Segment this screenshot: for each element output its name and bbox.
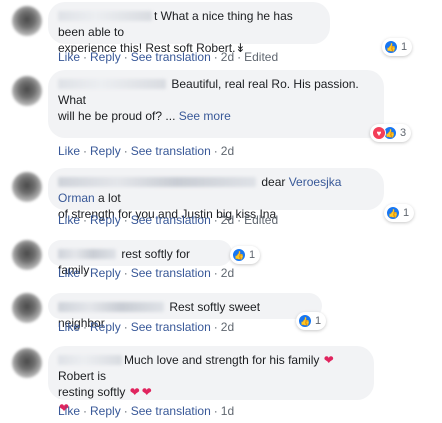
- comment-text: dear: [261, 175, 286, 189]
- reaction-count: 1: [403, 207, 410, 219]
- reply-button[interactable]: Reply: [90, 320, 121, 334]
- reaction-count: 1: [315, 315, 322, 327]
- comment-actions: Like · Reply · See translation · 2d: [58, 144, 235, 158]
- reply-button[interactable]: Reply: [90, 213, 121, 227]
- timestamp[interactable]: 2d: [221, 320, 234, 334]
- comment-actions: Like · Reply · See translation · 2d · Edited: [58, 50, 279, 64]
- reaction-count: 1: [401, 41, 408, 53]
- like-reaction-icon: 👍: [232, 248, 246, 262]
- timestamp[interactable]: 2d: [221, 266, 234, 280]
- avatar[interactable]: [12, 293, 42, 323]
- see-translation-link[interactable]: See translation: [131, 50, 211, 64]
- edited-label[interactable]: Edited: [244, 50, 278, 64]
- like-button[interactable]: Like: [58, 320, 80, 334]
- timestamp[interactable]: 2d: [221, 144, 234, 158]
- comment-bubble: Rest softly sweet neighbor: [48, 293, 322, 330]
- blurred-author-name[interactable]: [58, 355, 122, 365]
- comment-bubble: Beautiful, real real Ro. His passion. Wh…: [48, 70, 384, 138]
- blurred-author-name[interactable]: [58, 177, 256, 187]
- blurred-author-name[interactable]: [58, 302, 164, 312]
- see-translation-link[interactable]: See translation: [131, 144, 211, 158]
- see-translation-link[interactable]: See translation: [131, 213, 211, 227]
- avatar[interactable]: [12, 6, 42, 36]
- comment-text: Robert is: [58, 369, 107, 383]
- reaction-summary[interactable]: 👍 1: [382, 38, 413, 56]
- blurred-author-name[interactable]: [58, 79, 166, 89]
- comment-actions: Like · Reply · See translation · 2d: [58, 266, 235, 280]
- comment-text: Much love and strength for his family: [124, 353, 320, 367]
- see-translation-link[interactable]: See translation: [131, 320, 211, 334]
- see-more-link[interactable]: See more: [179, 109, 231, 123]
- see-translation-link[interactable]: See translation: [131, 404, 211, 418]
- comment-bubble: dear Veroesjka Orman a lot of strength f…: [48, 168, 384, 221]
- comment-text: will he be proud of? ...: [58, 109, 176, 123]
- avatar[interactable]: [12, 348, 42, 378]
- comment-bubble: Much love and strength for his family ❤ …: [48, 346, 374, 414]
- reaction-count: 3: [400, 127, 407, 139]
- reaction-count: 1: [249, 249, 256, 261]
- reaction-summary[interactable]: 👍 1: [384, 204, 415, 222]
- timestamp[interactable]: 2d: [221, 213, 234, 227]
- blurred-author-name[interactable]: [58, 249, 116, 259]
- timestamp[interactable]: 1d: [221, 404, 234, 418]
- comment-text: resting softly: [58, 385, 126, 399]
- like-reaction-icon: 👍: [384, 40, 398, 54]
- comment-bubble: t What a nice thing he has been able to …: [48, 2, 330, 55]
- love-reaction-icon: ♥: [372, 126, 386, 140]
- like-button[interactable]: Like: [58, 266, 80, 280]
- timestamp[interactable]: 2d: [221, 50, 234, 64]
- comment-actions: Like · Reply · See translation · 2d · Edited: [58, 213, 279, 227]
- like-reaction-icon: 👍: [386, 206, 400, 220]
- reaction-summary[interactable]: 👍 1: [296, 312, 327, 330]
- see-translation-link[interactable]: See translation: [131, 266, 211, 280]
- avatar[interactable]: [12, 172, 42, 202]
- heart-emoji-icon: ❤: [129, 385, 140, 399]
- heart-emoji-icon: ❤: [323, 353, 334, 367]
- reply-button[interactable]: Reply: [90, 404, 121, 418]
- blurred-author-name[interactable]: [58, 11, 152, 21]
- like-button[interactable]: Like: [58, 50, 80, 64]
- reply-button[interactable]: Reply: [90, 266, 121, 280]
- reaction-summary[interactable]: ♥ 👍 3: [370, 124, 412, 142]
- like-reaction-icon: 👍: [298, 314, 312, 328]
- avatar[interactable]: [12, 76, 42, 106]
- reaction-summary[interactable]: 👍 1: [230, 246, 261, 264]
- reply-button[interactable]: Reply: [90, 50, 121, 64]
- comment-actions: Like · Reply · See translation · 1d: [58, 404, 235, 418]
- like-button[interactable]: Like: [58, 144, 80, 158]
- edited-label[interactable]: Edited: [244, 213, 278, 227]
- like-button[interactable]: Like: [58, 213, 80, 227]
- comment-actions: Like · Reply · See translation · 2d: [58, 320, 235, 334]
- reply-button[interactable]: Reply: [90, 144, 121, 158]
- avatar[interactable]: [12, 240, 42, 270]
- comment-bubble: rest softly for family: [48, 240, 232, 277]
- comment-text: a lot: [98, 191, 121, 205]
- heart-emoji-icon: ❤: [141, 385, 152, 399]
- like-button[interactable]: Like: [58, 404, 80, 418]
